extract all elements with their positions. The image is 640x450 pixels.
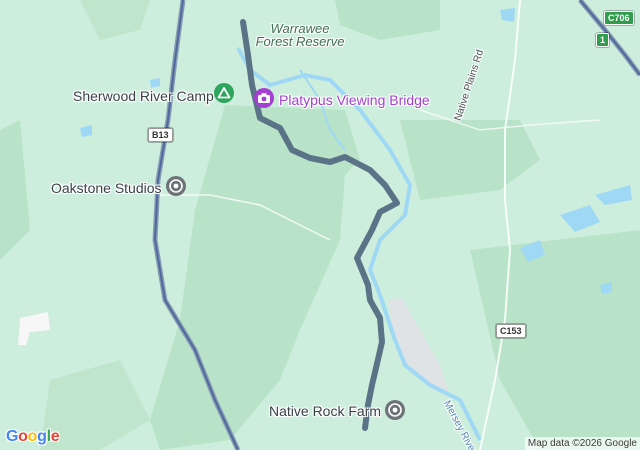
logo-letter: o bbox=[27, 428, 38, 445]
map-canvas[interactable]: Warrawee Forest Reserve Sherwood River Ca… bbox=[0, 0, 640, 450]
road-shield-c153: C153 bbox=[496, 324, 526, 338]
map-base bbox=[0, 0, 640, 450]
water-patch bbox=[595, 185, 632, 205]
road-shield-b13: B13 bbox=[148, 128, 173, 142]
sherwood-river-camp-label[interactable]: Sherwood River Camp bbox=[73, 88, 214, 104]
road-shield-1: 1 bbox=[596, 33, 610, 47]
forest-area bbox=[0, 120, 30, 260]
building-area bbox=[18, 312, 50, 345]
road-shield-c706: C706 bbox=[604, 11, 634, 25]
place-icon[interactable] bbox=[166, 176, 186, 196]
water-patch bbox=[560, 205, 600, 232]
oakstone-studios-label[interactable]: Oakstone Studios bbox=[51, 180, 162, 196]
water-patch bbox=[80, 125, 92, 137]
logo-letter: G bbox=[6, 428, 19, 445]
logo-letter: g bbox=[37, 428, 47, 445]
native-rock-farm-label[interactable]: Native Rock Farm bbox=[269, 403, 381, 419]
water-patch bbox=[500, 8, 515, 22]
forest-reserve-label: Warrawee Forest Reserve bbox=[255, 21, 345, 49]
camera-icon[interactable] bbox=[254, 88, 274, 108]
logo-letter: e bbox=[50, 428, 60, 445]
forest-area bbox=[80, 0, 150, 40]
map-attribution: Map data ©2026 Google bbox=[524, 437, 640, 450]
platypus-viewing-bridge-label[interactable]: Platypus Viewing Bridge bbox=[279, 92, 430, 108]
forest-area bbox=[150, 105, 360, 450]
place-icon[interactable] bbox=[385, 400, 405, 420]
water-patch bbox=[150, 78, 160, 88]
logo-letter: o bbox=[18, 428, 28, 445]
forest-area bbox=[470, 230, 640, 450]
forest-area bbox=[400, 120, 540, 200]
campground-icon[interactable] bbox=[214, 83, 234, 103]
google-logo: Google bbox=[6, 428, 60, 446]
